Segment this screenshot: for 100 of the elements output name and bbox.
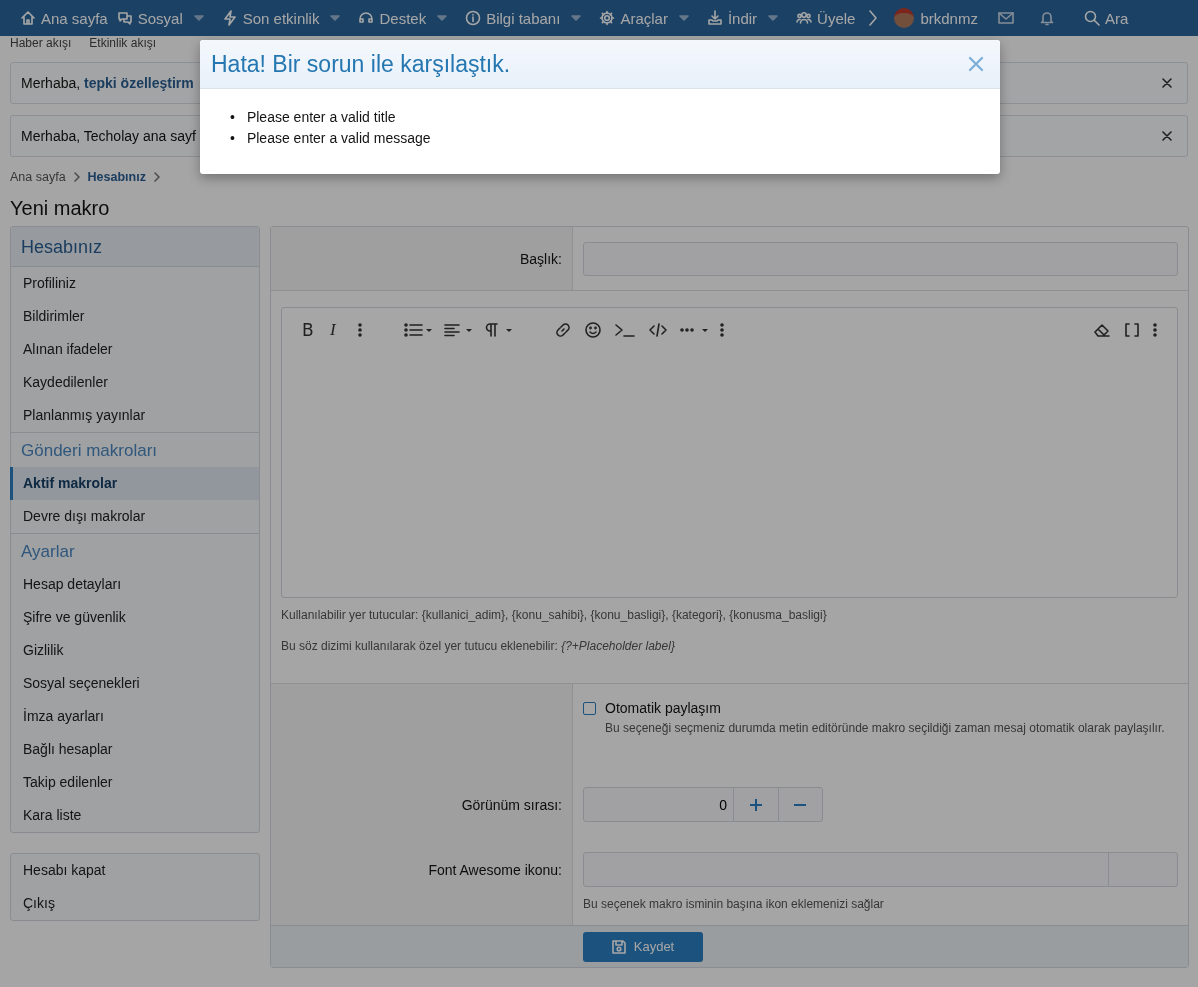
paragraph-button[interactable] [484,322,512,338]
align-left-icon [444,322,472,338]
icon-field[interactable] [583,852,1178,887]
breadcrumb-link[interactable]: Ana sayfa [10,170,66,184]
hint-text: Bu seçenek makro isminin başına ikon eklemenizi sağlar [583,896,885,913]
bullet-marker: • [230,108,235,127]
subnav-link[interactable]: Etkinlik akışı [89,36,157,52]
sidebar-item[interactable]: Hesap detayları [10,568,259,601]
number-input[interactable]: 0 [583,787,823,822]
sidebar-heading: Hesabınız [11,227,259,267]
clear-formatting-button[interactable] [1093,321,1111,339]
close-icon [1162,131,1172,141]
hint-text: Kullanılabilir yer tutucular: {kullanici_adim}, {konu_sahibi}, {konu_basligi}, {kategori}, {konusma_basligi} [281,607,828,624]
title-field[interactable] [583,242,1178,276]
headset-icon [358,10,375,26]
link-icon [554,321,572,339]
link-button[interactable] [554,321,572,339]
sidebar-item[interactable]: Profiliniz [10,267,259,300]
bullet-marker: • [230,129,235,148]
nav-tab[interactable]: Bilgi tabanı [465,9,561,27]
chevron-right-icon [868,10,879,26]
bell-icon [1039,10,1054,26]
more-options-button[interactable] [358,322,362,338]
vertical-dots-icon [1153,322,1157,338]
sidebar-item[interactable]: Bağlı hesaplar [10,733,259,766]
sidebar-item[interactable]: Aktif makrolar [10,467,259,500]
subnav-link[interactable]: Haber akışı [10,36,72,52]
brackets-icon [1123,321,1141,339]
more-options-button[interactable] [720,322,724,338]
sidebar-item[interactable]: İmza ayarları [10,700,259,733]
nav-tab[interactable]: İndir [706,9,758,27]
gear-icon [599,10,616,26]
nav-tab[interactable]: Ana sayfa [20,9,108,27]
close-icon [968,56,984,72]
home-icon [20,10,36,26]
nav-tab[interactable]: Üyele [796,9,856,27]
inline-code-button[interactable] [648,321,668,339]
pilcrow-icon [484,322,512,338]
sidebar-heading: Gönderi makroları [20,440,159,462]
eraser-icon [1093,321,1111,339]
field-label: Başlık: [520,251,562,267]
dialog-title: Hata! Bir sorun ile karşılaştık. [211,50,511,78]
plus-icon [749,798,762,811]
close-icon [1162,78,1172,88]
notice-text: Merhaba, tepki özelleştirm [21,75,194,91]
nav-tab[interactable]: Araçlar [599,9,668,27]
breadcrumb-link[interactable]: Hesabınız [87,170,146,184]
vertical-dots-icon [358,322,362,338]
nav-tab[interactable]: Destek [358,9,427,27]
error-message: Please enter a valid message [246,129,431,148]
chat-bubbles-icon [116,10,133,26]
number-field[interactable]: 0 [584,788,734,821]
checkbox-option[interactable]: Otomatik paylaşım [583,700,1178,716]
users-icon [796,10,813,26]
error-message: Please enter a valid title [246,108,396,127]
user-menu[interactable]: brkdnmz [894,8,978,28]
field-label: Font Awesome ikonu: [428,862,562,878]
sidebar-item[interactable]: Planlanmış yayınlar [10,399,259,432]
text-editor[interactable]: B I [281,307,1178,598]
search-button[interactable]: Ara [1083,9,1129,27]
emoji-button[interactable] [584,321,602,339]
vertical-dots-icon [720,322,724,338]
bulleted-list-icon [404,322,432,338]
close-button[interactable] [1162,131,1172,141]
sidebar-item[interactable]: Kaydedilenler [10,366,259,399]
bold-button[interactable]: B [302,320,318,340]
checkbox[interactable] [583,701,596,715]
italic-button[interactable]: I [330,320,346,340]
search-icon [1083,10,1100,26]
smiley-icon [584,321,602,339]
sidebar-item[interactable]: Gizlilik [10,634,259,667]
download-tray-icon [706,10,723,26]
code-button[interactable] [614,321,636,339]
sidebar-item[interactable]: Hesabı kapat [10,854,259,887]
close-button[interactable] [1162,78,1172,88]
mail-button[interactable] [997,11,1014,25]
page-title: Yeni makro [10,197,111,221]
terminal-icon [614,321,636,339]
sidebar-item[interactable]: Şifre ve güvenlik [10,601,259,634]
info-icon [465,10,482,26]
nav-tab[interactable]: Sosyal [116,9,183,27]
notice-text: Merhaba, Techolay ana sayf [21,128,196,144]
field-label: Görünüm sırası: [461,797,562,813]
align-button[interactable] [444,322,472,338]
sidebar-item[interactable]: Kara liste [10,799,259,832]
nav-tab[interactable]: Son etkinlik [221,9,320,27]
sidebar-item[interactable]: Bildirimler [10,300,259,333]
chevron-right-icon [73,172,80,182]
sidebar-item[interactable]: Sosyal seçenekleri [10,667,259,700]
sidebar-item[interactable]: Alınan ifadeler [10,333,259,366]
sidebar-item[interactable]: Çıkış [10,887,259,920]
hint-text: Bu seçeneği seçmeniz durumda metin editöründe makro seçildiği zaman mesaj otomatik olarak paylaşılır. [605,720,1166,737]
more-options-button[interactable] [1153,322,1157,338]
notifications-button[interactable] [1039,10,1054,26]
sidebar-item[interactable]: Takip edilenler [10,766,259,799]
sidebar-item[interactable]: Devre dışı makrolar [10,500,259,533]
sidebar-heading: Ayarlar [20,541,76,563]
bbcode-button[interactable] [1123,321,1141,339]
list-button[interactable] [404,322,432,338]
avatar [894,8,915,28]
